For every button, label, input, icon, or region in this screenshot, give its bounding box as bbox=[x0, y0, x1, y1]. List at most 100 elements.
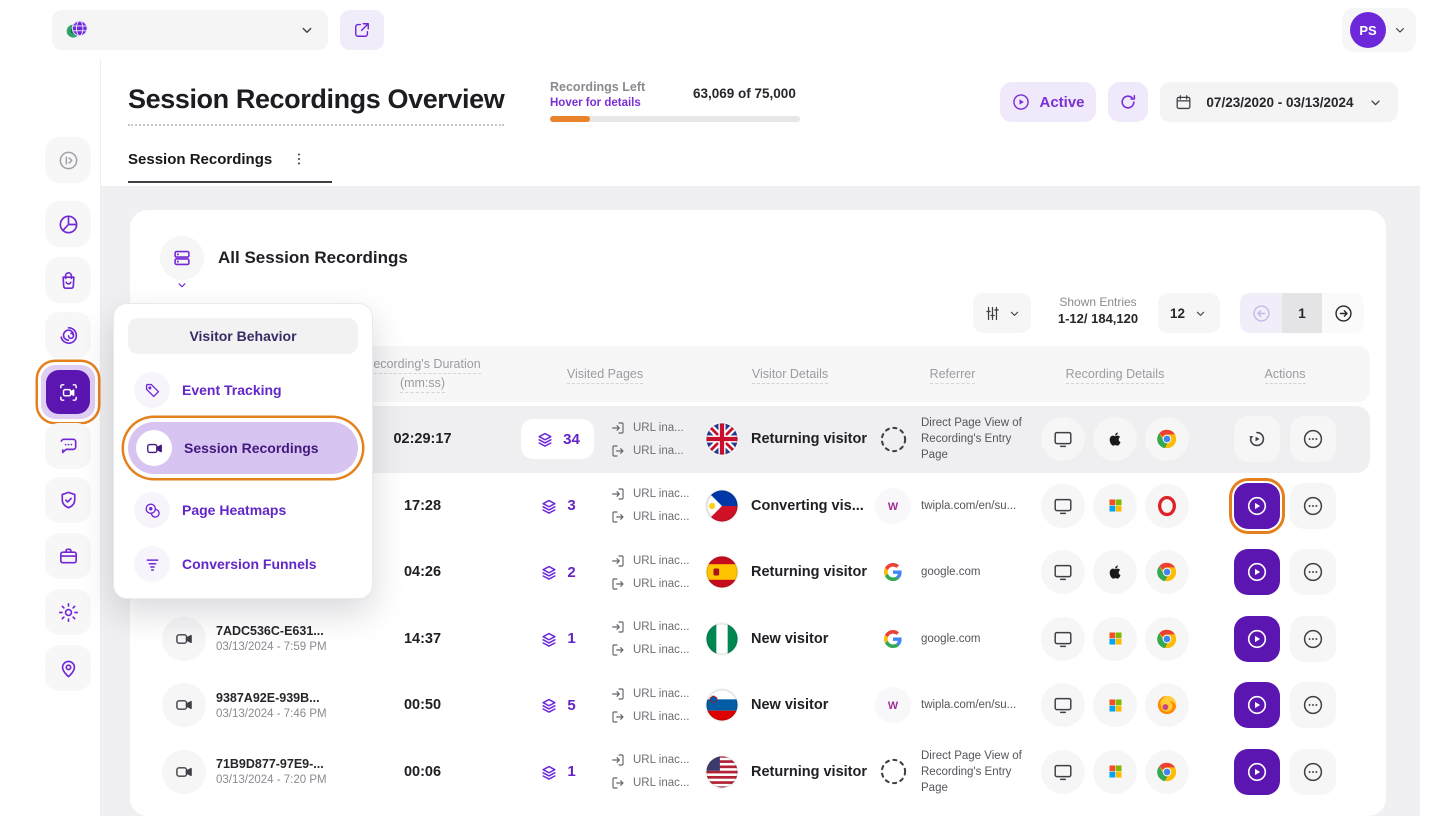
visited-pages-cell: 1 bbox=[505, 629, 610, 649]
visitor-type: New visitor bbox=[751, 631, 828, 647]
next-page-button[interactable] bbox=[1322, 293, 1364, 333]
referrer-cell: Direct Page View of Recording's Entry Pa… bbox=[875, 748, 1030, 796]
col-recording-details: Recording Details bbox=[1030, 365, 1200, 384]
os-apple-icon bbox=[1093, 417, 1137, 461]
prev-page-button[interactable] bbox=[1240, 293, 1282, 333]
current-page[interactable]: 1 bbox=[1282, 293, 1322, 333]
date-range-picker[interactable]: 07/23/2020 - 03/13/2024 bbox=[1160, 82, 1398, 122]
recording-status-button[interactable]: Active bbox=[1000, 82, 1096, 122]
account-menu[interactable]: PS bbox=[1342, 8, 1416, 52]
open-website-button[interactable] bbox=[340, 10, 384, 50]
play-recording-button[interactable] bbox=[1234, 682, 1280, 728]
device-desktop-icon bbox=[1041, 550, 1085, 594]
referrer-text[interactable]: twipla.com/en/su... bbox=[921, 697, 1016, 713]
pagination: 1 bbox=[1240, 293, 1364, 333]
exit-url-link[interactable]: URL inac... bbox=[610, 775, 705, 791]
visitor-type: Converting vis... bbox=[751, 498, 864, 514]
chevron-down-icon bbox=[298, 21, 316, 39]
more-options-button[interactable] bbox=[1290, 416, 1336, 462]
col-visitor-details: Visitor Details bbox=[705, 365, 875, 384]
actions-cell bbox=[1200, 616, 1370, 662]
svg-text:W: W bbox=[888, 501, 899, 513]
actions-cell bbox=[1200, 416, 1370, 462]
recording-id-cell: 71B9D877-97E9-... 03/13/2024 - 7:20 PM bbox=[146, 750, 340, 794]
visited-urls-cell: URL ina... URL ina... bbox=[610, 420, 705, 459]
kebab-menu-icon[interactable] bbox=[290, 150, 308, 168]
table-row: 9387A92E-939B... 03/13/2024 - 7:46 PM 00… bbox=[146, 672, 1370, 739]
exit-url-link[interactable]: URL inac... bbox=[610, 642, 705, 658]
more-options-button[interactable] bbox=[1290, 749, 1336, 795]
visitor-details-cell: Returning visitor bbox=[705, 555, 875, 589]
sidebar-item-location[interactable] bbox=[45, 645, 91, 691]
twipla-logo-icon: W bbox=[875, 488, 911, 524]
website-selector[interactable] bbox=[52, 10, 328, 50]
referrer-text[interactable]: google.com bbox=[921, 564, 980, 580]
country-flag-icon bbox=[705, 422, 739, 456]
visitor-details-cell: New visitor bbox=[705, 622, 875, 656]
more-options-button[interactable] bbox=[1290, 549, 1336, 595]
entry-url-link[interactable]: URL inac... bbox=[610, 553, 705, 569]
country-flag-icon bbox=[705, 489, 739, 523]
play-recording-button[interactable] bbox=[1234, 749, 1280, 795]
chevron-down-icon[interactable] bbox=[175, 278, 189, 292]
entry-url-link[interactable]: URL inac... bbox=[610, 686, 705, 702]
more-options-button[interactable] bbox=[1290, 616, 1336, 662]
sidebar-toggle[interactable] bbox=[45, 137, 91, 183]
visitor-behavior-menu: Visitor Behavior Event Tracking Session … bbox=[113, 303, 373, 599]
page-size-select[interactable]: 12 bbox=[1158, 293, 1220, 333]
menu-item-page-heatmaps[interactable]: Page Heatmaps bbox=[128, 488, 358, 532]
entry-url-link[interactable]: URL inac... bbox=[610, 486, 705, 502]
menu-item-session-recordings-active[interactable]: Session Recordings bbox=[128, 422, 358, 474]
sidebar-item-visitor-behavior-active[interactable] bbox=[41, 365, 95, 419]
visitor-details-cell: Converting vis... bbox=[705, 489, 875, 523]
tab-session-recordings[interactable]: Session Recordings bbox=[128, 150, 332, 183]
exit-url-link[interactable]: URL inac... bbox=[610, 576, 705, 592]
more-options-button[interactable] bbox=[1290, 682, 1336, 728]
recordings-progress-bar bbox=[550, 116, 800, 122]
sidebar-item-visitors[interactable] bbox=[45, 312, 91, 358]
external-link-icon bbox=[352, 20, 372, 40]
more-options-button[interactable] bbox=[1290, 483, 1336, 529]
website-logo-icon bbox=[64, 17, 90, 43]
visited-urls-cell: URL inac... URL inac... bbox=[610, 619, 705, 658]
play-recording-button[interactable] bbox=[1234, 616, 1280, 662]
exit-url-link[interactable]: URL inac... bbox=[610, 709, 705, 725]
entry-url-link[interactable]: URL inac... bbox=[610, 752, 705, 768]
referrer-text[interactable]: google.com bbox=[921, 631, 980, 647]
entry-url-link[interactable]: URL ina... bbox=[610, 420, 705, 436]
column-settings-button[interactable] bbox=[973, 293, 1031, 333]
device-desktop-icon bbox=[1041, 750, 1085, 794]
sidebar-item-privacy[interactable] bbox=[45, 477, 91, 523]
entry-url-link[interactable]: URL inac... bbox=[610, 619, 705, 635]
exit-url-link[interactable]: URL inac... bbox=[610, 509, 705, 525]
chevron-down-icon bbox=[1193, 306, 1208, 321]
recording-timestamp: 03/13/2024 - 7:20 PM bbox=[216, 774, 327, 786]
sliders-icon bbox=[983, 304, 1002, 323]
os-windows-icon bbox=[1093, 750, 1137, 794]
browser-chrome-icon bbox=[1145, 617, 1189, 661]
menu-header: Visitor Behavior bbox=[128, 318, 358, 354]
visitor-type: New visitor bbox=[751, 697, 828, 713]
col-referrer: Referrer bbox=[875, 365, 1030, 384]
exit-url-link[interactable]: URL ina... bbox=[610, 443, 705, 459]
country-flag-icon bbox=[705, 688, 739, 722]
sidebar-item-business[interactable] bbox=[45, 533, 91, 579]
play-recording-button[interactable] bbox=[1234, 483, 1280, 529]
play-recording-button[interactable] bbox=[1234, 549, 1280, 595]
sidebar-item-settings[interactable] bbox=[45, 589, 91, 635]
recordings-usage: 63,069 of 75,000 bbox=[693, 86, 796, 101]
refresh-button[interactable] bbox=[1108, 82, 1148, 122]
menu-item-event-tracking[interactable]: Event Tracking bbox=[128, 368, 358, 412]
sidebar-item-feedback[interactable] bbox=[45, 423, 91, 469]
sidebar-item-ecommerce[interactable] bbox=[45, 257, 91, 303]
replay-button[interactable] bbox=[1234, 416, 1280, 462]
os-windows-icon bbox=[1093, 683, 1137, 727]
heatmap-icon bbox=[134, 492, 170, 528]
visitor-details-cell: Returning visitor bbox=[705, 422, 875, 456]
browser-chrome-icon bbox=[1145, 550, 1189, 594]
visited-pages-badge: 34 bbox=[521, 419, 594, 459]
actions-cell bbox=[1200, 682, 1370, 728]
menu-item-conversion-funnels[interactable]: Conversion Funnels bbox=[128, 542, 358, 586]
referrer-text[interactable]: twipla.com/en/su... bbox=[921, 498, 1016, 514]
sidebar-item-dashboard[interactable] bbox=[45, 201, 91, 247]
